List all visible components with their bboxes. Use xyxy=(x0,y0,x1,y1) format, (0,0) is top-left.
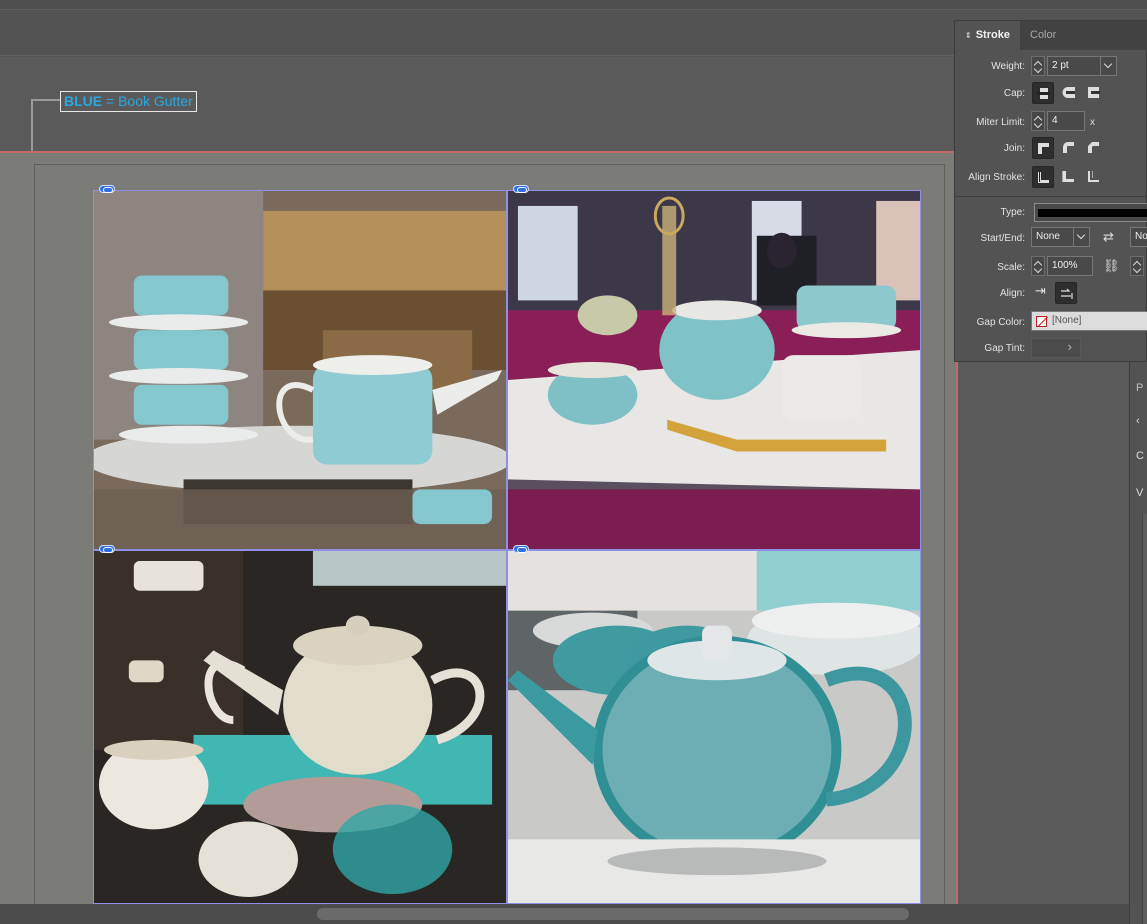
weight-field[interactable]: 2 pt xyxy=(1047,56,1103,76)
miter-join-icon xyxy=(1038,143,1049,154)
type-label: Type: xyxy=(1000,207,1025,218)
end-cap-field[interactable]: No xyxy=(1130,227,1147,247)
tab-color-label: Color xyxy=(1030,29,1057,41)
butt-cap-icon xyxy=(1037,88,1050,99)
align-stroke-inside-button[interactable] xyxy=(1058,166,1080,188)
miter-join-button[interactable] xyxy=(1032,137,1054,159)
align-stroke-center-icon xyxy=(1038,172,1049,183)
horizontal-scrollbar-thumb[interactable] xyxy=(317,908,909,920)
round-cap-button[interactable] xyxy=(1058,82,1080,104)
scale-stepper[interactable] xyxy=(1031,256,1045,276)
join-label: Join: xyxy=(1003,143,1025,154)
align-stroke-center-button[interactable] xyxy=(1032,166,1054,188)
miter-limit-unit: x xyxy=(1090,117,1095,128)
align-stroke-outside-icon xyxy=(1088,171,1099,182)
gap-tint-field[interactable] xyxy=(1031,338,1081,358)
scale-end-stepper[interactable] xyxy=(1130,256,1144,276)
side-panel-option-c[interactable]: C xyxy=(1136,450,1144,462)
panel-divider xyxy=(955,196,1147,197)
none-swatch-icon xyxy=(1036,316,1047,327)
projecting-cap-icon xyxy=(1088,87,1100,98)
gap-color-value: [None] xyxy=(1052,315,1082,326)
align-stroke-inside-icon xyxy=(1062,171,1074,182)
stroke-panel: ⇕ Stroke Color Weight: 2 pt Cap: Miter Li… xyxy=(954,20,1147,362)
unlink-chain-icon[interactable]: ⛓ xyxy=(1103,258,1120,274)
blue-teapot-photo xyxy=(508,551,920,903)
image-frame-blue-teapot[interactable] xyxy=(507,550,921,904)
start-cap-field[interactable]: None xyxy=(1031,227,1075,247)
panel-tab-bar: ⇕ Stroke Color xyxy=(955,21,1147,50)
swap-arrows-icon[interactable]: ⇄ xyxy=(1103,229,1114,245)
callout-leader-horizontal xyxy=(31,99,61,101)
weight-dropdown-button[interactable] xyxy=(1100,56,1117,76)
align-arrow-inside-icon xyxy=(1061,288,1073,299)
floral-teapot-photo xyxy=(94,551,506,903)
collapsed-side-panel: P ‹ C V xyxy=(1129,362,1147,924)
tab-stroke-label: Stroke xyxy=(975,29,1010,41)
align-label: Align: xyxy=(999,288,1025,299)
bleed-guide-top xyxy=(0,151,958,153)
side-panel-content xyxy=(1142,514,1147,924)
start-cap-dropdown-button[interactable] xyxy=(1073,227,1090,247)
image-frame-teacups-stack[interactable] xyxy=(93,190,507,550)
link-icon[interactable] xyxy=(99,545,115,553)
side-panel-tab[interactable]: P xyxy=(1136,382,1143,394)
bevel-join-button[interactable] xyxy=(1083,137,1105,159)
miter-limit-label: Miter Limit: xyxy=(976,117,1025,128)
teapot-table-photo xyxy=(508,191,920,549)
miter-limit-stepper[interactable] xyxy=(1031,111,1045,131)
side-panel-option-v[interactable]: V xyxy=(1136,487,1143,499)
align-arrow-beyond-icon[interactable]: ⇥ xyxy=(1035,283,1046,299)
link-icon[interactable] xyxy=(99,185,115,193)
side-panel-back-icon[interactable]: ‹ xyxy=(1136,415,1140,427)
cap-label: Cap: xyxy=(1003,88,1025,99)
scale-label: Scale: xyxy=(997,262,1025,273)
round-join-icon xyxy=(1063,142,1074,153)
callout-leader-vertical xyxy=(31,99,33,151)
gutter-note-text: = Book Gutter xyxy=(102,93,193,109)
round-cap-icon xyxy=(1062,87,1075,98)
collapse-grip-icon[interactable]: ⇕ xyxy=(965,31,972,40)
tab-color[interactable]: Color xyxy=(1020,21,1078,50)
gutter-note-keyword: BLUE xyxy=(64,93,103,109)
image-frame-floral-teapot[interactable] xyxy=(93,550,507,904)
align-arrow-inside-button[interactable] xyxy=(1055,282,1077,304)
stroke-type-dropdown[interactable] xyxy=(1034,203,1147,222)
projecting-cap-button[interactable] xyxy=(1083,82,1105,104)
gap-tint-label: Gap Tint: xyxy=(984,343,1025,354)
bevel-join-icon xyxy=(1088,142,1099,153)
link-icon[interactable] xyxy=(513,185,529,193)
tab-stroke[interactable]: ⇕ Stroke xyxy=(955,21,1020,50)
gap-color-dropdown[interactable]: [None] xyxy=(1031,311,1147,331)
butt-cap-button[interactable] xyxy=(1032,82,1054,104)
round-join-button[interactable] xyxy=(1058,137,1080,159)
weight-stepper[interactable] xyxy=(1031,56,1045,76)
align-stroke-label: Align Stroke: xyxy=(968,172,1025,183)
start-end-label: Start/End: xyxy=(980,233,1025,244)
miter-limit-field[interactable]: 4 xyxy=(1047,111,1085,131)
link-icon[interactable] xyxy=(513,545,529,553)
scale-field[interactable]: 100% xyxy=(1047,256,1093,276)
image-frame-teapot-table[interactable] xyxy=(507,190,921,550)
top-bar xyxy=(0,0,1147,10)
gap-color-label: Gap Color: xyxy=(976,317,1025,328)
teacups-photo xyxy=(94,191,506,549)
gutter-note[interactable]: BLUE = Book Gutter xyxy=(60,91,197,112)
weight-label: Weight: xyxy=(991,61,1025,72)
align-stroke-outside-button[interactable] xyxy=(1083,166,1105,188)
